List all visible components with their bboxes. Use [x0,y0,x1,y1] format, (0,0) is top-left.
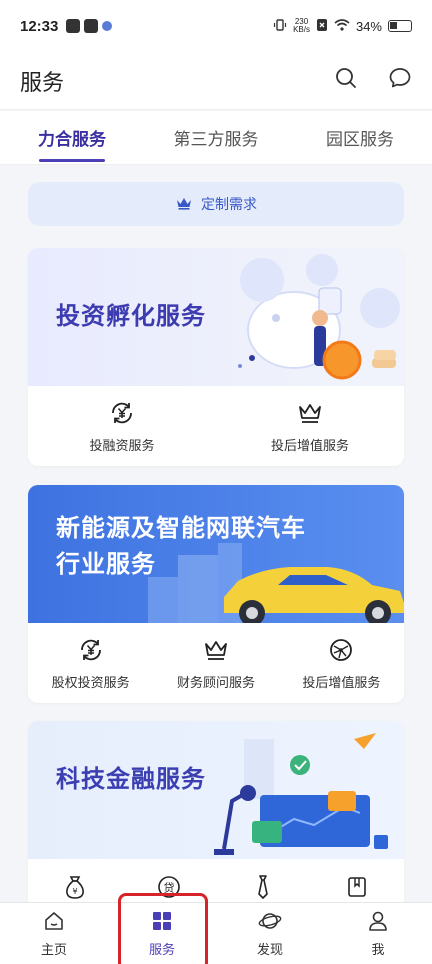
app-notification-icon [66,19,81,33]
action-label: 财务顾问服务 [176,674,255,690]
nav-services[interactable]: 服务 [108,903,216,964]
action-label: 投后增值服务 [302,674,381,690]
action-financial-advisory-service[interactable]: 财务顾问服务 [153,636,278,691]
service-tabs: 力合服务 第三方服务 园区服务 [0,111,432,165]
yen-exchange-icon [108,399,136,427]
nav-me[interactable]: 我 [324,903,432,964]
money-bag-icon: ¥ [61,873,89,901]
banner-tech-finance[interactable]: 科技金融服务 [28,721,404,859]
action-post-investment-service[interactable]: 投后增值服务 [216,399,404,454]
service-card-investment-incubation: 投资孵化服务 投融资服务 投后增值服务 [28,248,404,466]
battery-percent: 34% [355,18,382,34]
action-loan[interactable]: 贷 [122,873,216,901]
page-header: 服务 [0,52,432,110]
page-title: 服务 [20,69,65,95]
network-globe-icon [327,636,355,664]
custom-request-label: 定制需求 [201,196,257,212]
loan-icon: 贷 [155,873,183,901]
action-bookmark[interactable] [310,873,404,901]
service-card-tech-finance: 科技金融服务 ¥ 贷 [28,721,404,911]
status-bar: 12:33 230 KB/s 34% [0,0,432,52]
action-money-bag[interactable]: ¥ [28,873,122,901]
user-icon [367,910,389,935]
action-tie[interactable] [216,873,310,901]
planet-icon [258,910,282,935]
action-financing-service[interactable]: 投融资服务 [28,399,216,454]
notification-icons [66,19,113,33]
action-label: 投融资服务 [89,437,155,453]
action-post-investment-service[interactable]: 投后增值服务 [279,636,404,691]
nav-home[interactable]: 主页 [0,903,108,964]
crown-icon [175,196,193,213]
action-label: 投后增值服务 [270,437,349,453]
tab-park-services[interactable]: 园区服务 [288,111,432,164]
banner-new-energy-vehicles[interactable]: 新能源及智能网联汽车行业服务 [28,485,404,623]
nav-label: 我 [371,941,385,957]
message-icon[interactable] [388,66,412,95]
app-notification-icon [84,19,99,33]
action-label: 股权投资服务 [51,674,130,690]
home-icon [43,910,65,935]
card-title: 投资孵化服务 [56,303,206,330]
yen-exchange-icon [77,636,105,664]
bottom-navigation: 主页 服务 发现 我 [0,902,432,964]
action-equity-investment-service[interactable]: 股权投资服务 [28,636,153,691]
tab-third-party-services[interactable]: 第三方服务 [144,111,288,164]
tab-lihe-services[interactable]: 力合服务 [0,111,144,164]
tie-icon [249,873,277,901]
banner-investment-incubation[interactable]: 投资孵化服务 [28,248,404,386]
vibrate-icon [273,18,287,35]
crown-icon [202,636,230,664]
nav-label: 服务 [148,941,175,957]
app-notification-icon [102,21,113,31]
svg-text:¥: ¥ [72,887,77,896]
battery-icon [388,20,412,32]
crown-icon [296,399,324,427]
piggy-bank-illustration [238,254,400,380]
wifi-icon [334,18,350,34]
grid-icon [151,910,173,935]
sim-icon [316,18,328,35]
status-time: 12:33 [20,17,59,35]
nav-label: 发现 [256,941,283,957]
network-speed: 230 KB/s [293,17,310,34]
card-title: 科技金融服务 [56,766,206,793]
nav-discover[interactable]: 发现 [216,903,324,964]
custom-request-button[interactable]: 定制需求 [28,182,404,226]
bookmark-icon [343,873,371,901]
card-title: 新能源及智能网联汽车行业服务 [56,515,306,578]
desk-illustration [214,733,388,855]
search-icon[interactable] [334,66,358,95]
nav-label: 主页 [40,941,67,957]
svg-text:贷: 贷 [164,881,175,895]
service-card-new-energy-vehicles: 新能源及智能网联汽车行业服务 股权投资服务 财务顾问服务 投后增值服务 [28,485,404,703]
